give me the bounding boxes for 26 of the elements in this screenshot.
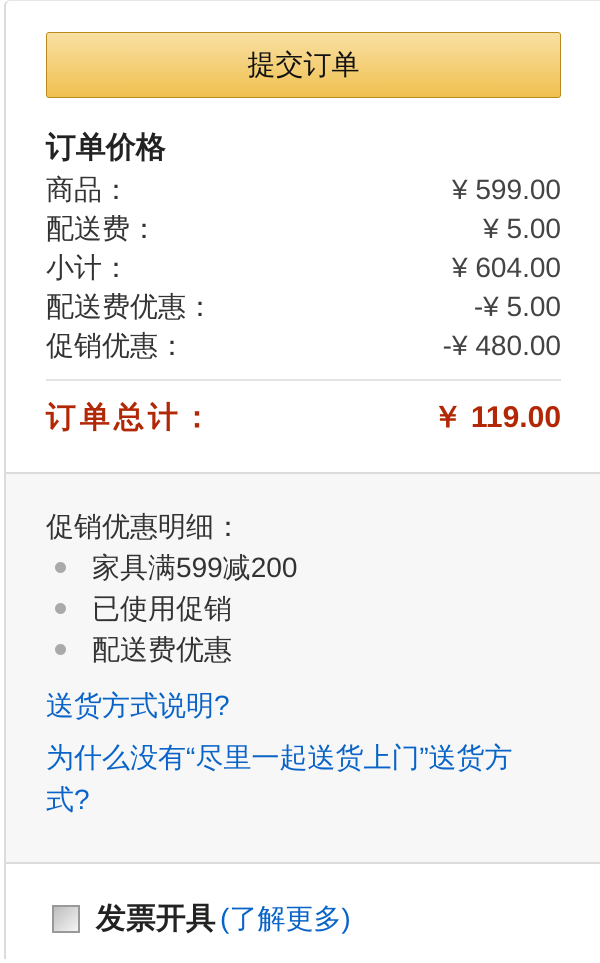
invoice-checkbox[interactable]: [52, 905, 80, 933]
delivery-info-link[interactable]: 为什么没有“尽里一起送货上门”送货方式?: [46, 737, 536, 821]
price-amount: ¥ 5.00: [483, 212, 561, 246]
price-label: 小计：: [46, 251, 130, 285]
price-label: 配送费：: [46, 212, 158, 246]
order-total-amount: ￥ 119.00: [432, 400, 561, 436]
bullet-icon: [55, 603, 66, 614]
promotion-item: 已使用促销: [92, 592, 232, 626]
submit-order-button[interactable]: 提交订单: [46, 32, 561, 98]
bullet-icon: [55, 562, 66, 573]
price-label: 配送费优惠：: [46, 290, 214, 324]
promotion-details-title: 促销优惠明细：: [46, 510, 243, 544]
bullet-icon: [55, 644, 66, 655]
price-amount: -¥ 5.00: [474, 290, 561, 324]
price-label: 促销优惠：: [46, 329, 186, 363]
invoice-label: 发票开具: [96, 901, 216, 937]
price-label: 商品：: [46, 173, 130, 207]
price-amount: ¥ 604.00: [452, 251, 561, 285]
promotion-item: 配送费优惠: [92, 633, 232, 667]
promotion-item: 家具满599减200: [92, 551, 298, 585]
learn-more-link[interactable]: (了解更多): [220, 899, 351, 939]
price-amount: -¥ 480.00: [442, 329, 561, 363]
delivery-info-link[interactable]: 送货方式说明?: [46, 686, 561, 726]
order-price-heading: 订单价格: [46, 130, 167, 166]
price-amount: ¥ 599.00: [452, 173, 561, 207]
order-total-label: 订单总计：: [46, 400, 216, 436]
